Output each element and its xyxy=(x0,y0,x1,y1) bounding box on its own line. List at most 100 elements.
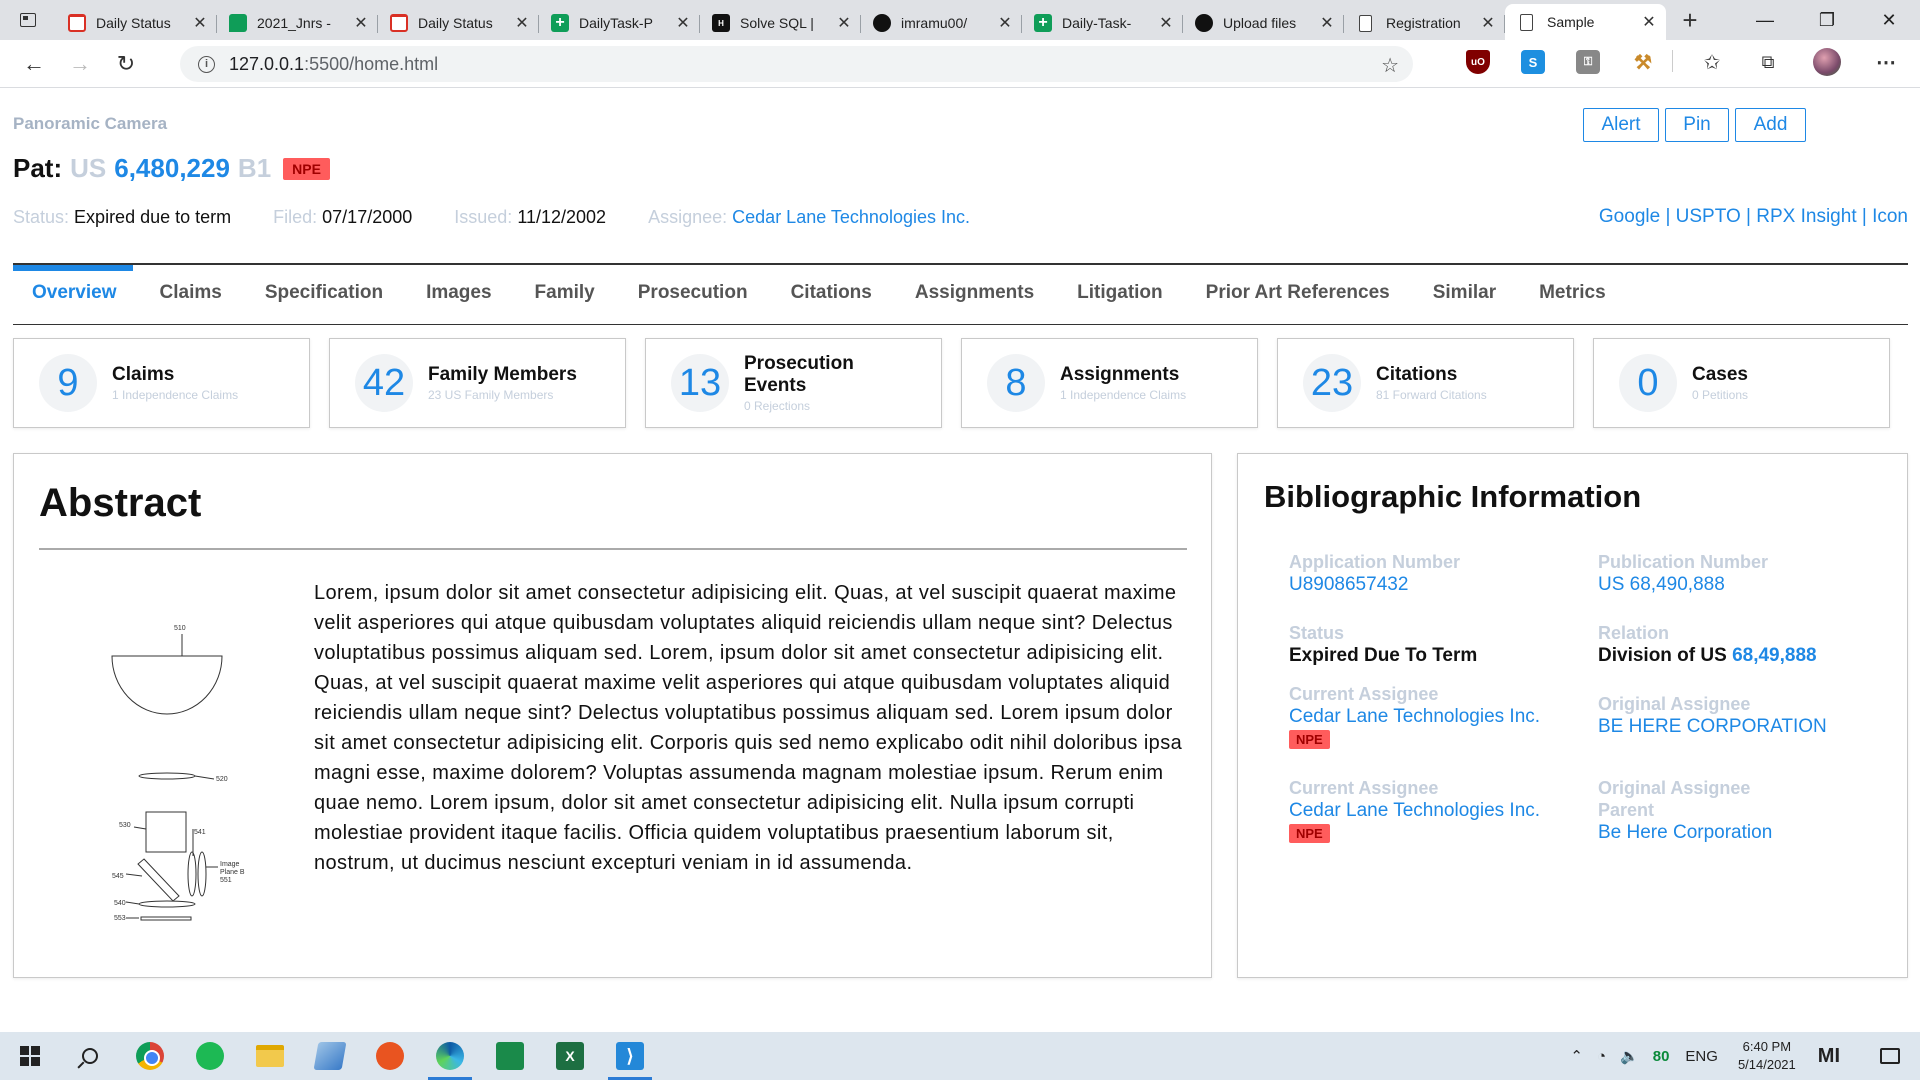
browser-tab[interactable]: Daily-Task- ✕ xyxy=(1022,6,1183,40)
tab-similar[interactable]: Similar xyxy=(1433,282,1496,304)
alert-button[interactable]: Alert xyxy=(1583,108,1659,142)
notifications-icon[interactable] xyxy=(1880,1048,1900,1064)
tab-close-icon[interactable]: ✕ xyxy=(1157,13,1175,33)
bib-label: Current Assignee xyxy=(1289,684,1439,704)
tab-close-icon[interactable]: ✕ xyxy=(996,13,1014,33)
tab-prosecution[interactable]: Prosecution xyxy=(638,282,748,304)
spotify-taskbar-app[interactable] xyxy=(180,1032,240,1080)
language-indicator[interactable]: ENG xyxy=(1685,1048,1718,1065)
app-taskbar-item[interactable] xyxy=(300,1032,360,1080)
reload-icon[interactable]: ↻ xyxy=(104,44,148,84)
ublock-extension-icon[interactable]: uO xyxy=(1466,50,1490,74)
back-icon[interactable]: ← xyxy=(12,44,56,84)
tab-specification[interactable]: Specification xyxy=(265,282,383,304)
lock-extension-icon[interactable]: ⚿ xyxy=(1576,50,1600,74)
favorites-icon[interactable]: ✩ xyxy=(1700,50,1724,74)
profile-avatar[interactable] xyxy=(1813,48,1841,76)
show-hidden-icons-icon[interactable]: ⌃ xyxy=(1570,1047,1583,1065)
tab-close-icon[interactable]: ✕ xyxy=(674,13,692,33)
stat-card-prosecution-events[interactable]: 13 Prosecution Events 0 Rejections xyxy=(645,338,942,428)
add-favorite-icon[interactable]: ☆ xyxy=(1381,53,1399,78)
ubuntu-taskbar-app[interactable] xyxy=(360,1032,420,1080)
pin-button[interactable]: Pin xyxy=(1665,108,1729,142)
stat-card-cases[interactable]: 0 Cases 0 Petitions xyxy=(1593,338,1890,428)
relation-link[interactable]: 68,49,888 xyxy=(1732,645,1817,666)
tab-overview[interactable]: Overview xyxy=(32,282,117,304)
current-assignee-link[interactable]: Cedar Lane Technologies Inc. xyxy=(1289,705,1589,728)
excel-taskbar-app[interactable]: X xyxy=(540,1032,600,1080)
stat-card-assignments[interactable]: 8 Assignments 1 Independence Claims xyxy=(961,338,1258,428)
external-links[interactable]: Google | USPTO | RPX Insight | Icon xyxy=(1599,206,1908,228)
edge-taskbar-app[interactable] xyxy=(420,1032,480,1080)
browser-tab[interactable]: H Solve SQL | ✕ xyxy=(700,6,861,40)
browser-tab[interactable]: Daily Status ✕ xyxy=(378,6,539,40)
stat-subtitle: 1 Independence Claims xyxy=(1060,388,1187,402)
tab-actions-icon[interactable] xyxy=(0,0,56,40)
original-assignee-parent-field: Original Assignee Parent Be Here Corpora… xyxy=(1598,777,1778,844)
stat-card-family-members[interactable]: 42 Family Members 23 US Family Members xyxy=(329,338,626,428)
stat-card-citations[interactable]: 23 Citations 81 Forward Citations xyxy=(1277,338,1574,428)
tab-family[interactable]: Family xyxy=(535,282,595,304)
tab-close-icon[interactable]: ✕ xyxy=(1318,13,1336,33)
figure-label: 530 xyxy=(119,822,131,829)
tab-close-icon[interactable]: ✕ xyxy=(513,13,531,33)
chat-taskbar-app[interactable] xyxy=(480,1032,540,1080)
search-button[interactable] xyxy=(60,1032,120,1080)
original-assignee-link[interactable]: BE HERE CORPORATION xyxy=(1598,715,1898,738)
tab-assignments[interactable]: Assignments xyxy=(915,282,1034,304)
issued-value: 11/12/2002 xyxy=(517,207,607,227)
browser-tab[interactable]: Registration ✕ xyxy=(1344,6,1505,40)
mi-app-icon[interactable]: MI xyxy=(1818,1045,1840,1068)
tab-title: Registration xyxy=(1386,15,1461,31)
browser-tab[interactable]: DailyTask-P ✕ xyxy=(539,6,700,40)
new-tab-button[interactable]: + xyxy=(1670,0,1710,40)
restore-icon[interactable]: ❐ xyxy=(1796,0,1858,40)
hammer-extension-icon[interactable]: ⚒ xyxy=(1631,50,1655,74)
tab-claims[interactable]: Claims xyxy=(160,282,222,304)
tab-close-icon[interactable]: ✕ xyxy=(191,13,209,33)
status-key: Status: xyxy=(13,207,70,227)
browser-tab-active[interactable]: Sample ✕ xyxy=(1505,4,1666,40)
minimize-icon[interactable]: — xyxy=(1734,0,1796,40)
battery-level[interactable]: 80 xyxy=(1653,1048,1670,1065)
active-tab-indicator xyxy=(13,265,133,271)
vscode-taskbar-app[interactable]: ⟩ xyxy=(600,1032,660,1080)
skype-extension-icon[interactable]: S xyxy=(1521,50,1545,74)
more-options-icon[interactable]: ⋯ xyxy=(1874,50,1898,74)
sheets-icon xyxy=(551,14,569,32)
wifi-icon[interactable]: ◔ xyxy=(1597,1048,1606,1065)
browser-tab[interactable]: 2021_Jnrs - ✕ xyxy=(217,6,378,40)
tab-prior-art-references[interactable]: Prior Art References xyxy=(1206,282,1390,304)
file-explorer-taskbar-app[interactable] xyxy=(240,1032,300,1080)
assignee-meta: Assignee: Cedar Lane Technologies Inc. xyxy=(648,207,970,228)
stat-title: Claims xyxy=(112,364,175,385)
publication-number-link[interactable]: US 68,490,888 xyxy=(1598,573,1898,596)
info-icon[interactable]: i xyxy=(198,55,215,73)
current-assignee-link[interactable]: Cedar Lane Technologies Inc. xyxy=(1289,799,1589,822)
chrome-taskbar-app[interactable] xyxy=(120,1032,180,1080)
collections-icon[interactable]: ⧉ xyxy=(1756,50,1780,74)
original-assignee-parent-link[interactable]: Be Here Corporation xyxy=(1598,821,1898,844)
pat-number: 6,480,229 xyxy=(114,153,230,183)
tab-litigation[interactable]: Litigation xyxy=(1077,282,1162,304)
tab-close-icon[interactable]: ✕ xyxy=(352,13,370,33)
volume-icon[interactable]: 🔈 xyxy=(1620,1047,1639,1065)
clock[interactable]: 6:40 PM 5/14/2021 xyxy=(1738,1038,1796,1074)
add-button[interactable]: Add xyxy=(1735,108,1806,142)
tab-close-icon[interactable]: ✕ xyxy=(1479,13,1497,33)
tab-images[interactable]: Images xyxy=(426,282,491,304)
stat-card-claims[interactable]: 9 Claims 1 Independence Claims xyxy=(13,338,310,428)
tab-close-icon[interactable]: ✕ xyxy=(1640,12,1658,32)
application-number-link[interactable]: U8908657432 xyxy=(1289,573,1589,596)
browser-tab[interactable]: Daily Status ✕ xyxy=(56,6,217,40)
browser-tab[interactable]: Upload files ✕ xyxy=(1183,6,1344,40)
tab-citations[interactable]: Citations xyxy=(791,282,872,304)
tab-close-icon[interactable]: ✕ xyxy=(835,13,853,33)
window-close-icon[interactable]: ✕ xyxy=(1858,0,1920,40)
start-button[interactable] xyxy=(0,1032,60,1080)
browser-tab[interactable]: imramu00/ ✕ xyxy=(861,6,1022,40)
address-bar[interactable]: i 127.0.0.1:5500/home.html ☆ xyxy=(180,46,1413,82)
assignee-link[interactable]: Cedar Lane Technologies Inc. xyxy=(732,207,970,227)
forward-icon[interactable]: → xyxy=(58,44,102,84)
tab-metrics[interactable]: Metrics xyxy=(1539,282,1606,304)
